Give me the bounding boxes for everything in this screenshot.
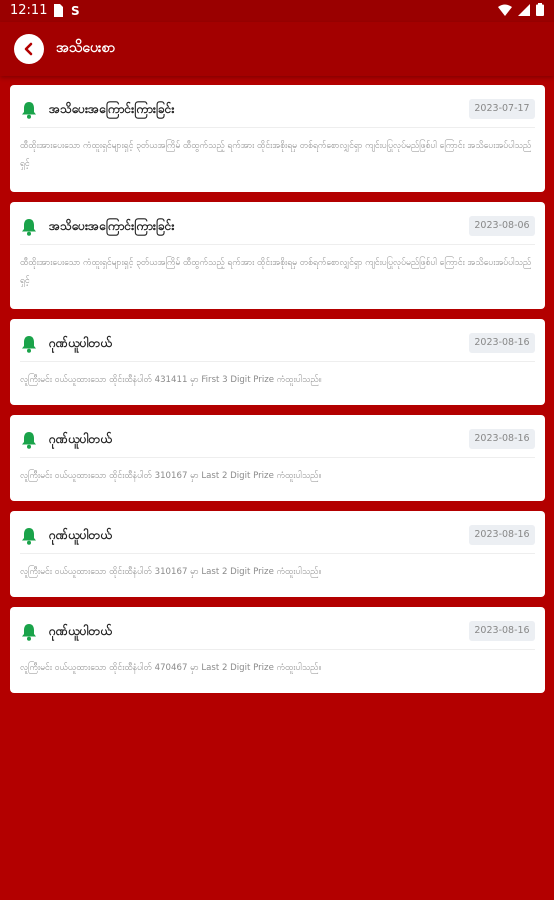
notification-title: အသိပေးအကြောင်းကြားခြင်း	[49, 219, 175, 233]
notification-date: 2023-08-06	[469, 216, 535, 236]
divider	[20, 127, 535, 128]
sim-card-icon	[54, 4, 63, 17]
notification-date: 2023-08-16	[469, 429, 535, 449]
divider	[20, 457, 535, 458]
notification-date: 2023-08-16	[469, 525, 535, 545]
bell-icon	[22, 432, 36, 449]
bell-icon	[22, 336, 36, 353]
svg-text:S: S	[71, 4, 80, 17]
signal-icon	[518, 3, 530, 16]
notification-body: လူကြီးမင်း ဝယ်ယူထားသော ထိုင်းထီနံပါတ် 31…	[20, 471, 322, 481]
divider	[20, 361, 535, 362]
status-time: 12:11	[10, 3, 48, 18]
notification-title: အသိပေးအကြောင်းကြားခြင်း	[49, 102, 175, 116]
page-title: အသိပေးစာ	[56, 40, 116, 56]
divider	[20, 244, 535, 245]
notification-body: ထီထိုးအားပေးသော ကံထူးရှင်များရှင့် ၃တ်ယအ…	[20, 141, 532, 169]
notification-card[interactable]: ဂုဏ်ယူပါတယ် 2023-08-16 လူကြီးမင်း ဝယ်ယူထ…	[10, 607, 545, 693]
back-button[interactable]	[14, 34, 44, 64]
notification-date: 2023-08-16	[469, 621, 535, 641]
notification-title: ဂုဏ်ယူပါတယ်	[49, 624, 112, 638]
bell-icon	[22, 624, 36, 641]
bell-icon	[22, 528, 36, 545]
notification-title: ဂုဏ်ယူပါတယ်	[49, 432, 112, 446]
notification-title: ဂုဏ်ယူပါတယ်	[49, 336, 112, 350]
notification-date: 2023-08-16	[469, 333, 535, 353]
app-bar: အသိပေးစာ	[0, 22, 554, 76]
notification-card[interactable]: အသိပေးအကြောင်းကြားခြင်း 2023-07-17 ထီထို…	[10, 85, 545, 192]
notification-body: လူကြီးမင်း ဝယ်ယူထားသော ထိုင်းထီနံပါတ် 31…	[20, 567, 322, 577]
bell-icon	[22, 102, 36, 119]
notification-title: ဂုဏ်ယူပါတယ်	[49, 528, 112, 542]
notification-date: 2023-07-17	[469, 99, 535, 119]
app-notification-icon: S	[71, 4, 80, 17]
notification-card[interactable]: ဂုဏ်ယူပါတယ် 2023-08-16 လူကြီးမင်း ဝယ်ယူထ…	[10, 415, 545, 501]
battery-icon	[536, 3, 544, 16]
wifi-icon	[498, 4, 512, 16]
notification-card[interactable]: အသိပေးအကြောင်းကြားခြင်း 2023-08-06 ထီထို…	[10, 202, 545, 309]
bell-icon	[22, 219, 36, 236]
status-bar: 12:11 S	[0, 0, 554, 22]
notification-card[interactable]: ဂုဏ်ယူပါတယ် 2023-08-16 လူကြီးမင်း ဝယ်ယူထ…	[10, 319, 545, 405]
notification-card[interactable]: ဂုဏ်ယူပါတယ် 2023-08-16 လူကြီးမင်း ဝယ်ယူထ…	[10, 511, 545, 597]
divider	[20, 649, 535, 650]
divider	[20, 553, 535, 554]
notification-body: ထီထိုးအားပေးသော ကံထူးရှင်များရှင့် ၃တ်ယအ…	[20, 258, 532, 286]
notification-body: လူကြီးမင်း ဝယ်ယူထားသော ထိုင်းထီနံပါတ် 43…	[20, 375, 322, 385]
notification-body: လူကြီးမင်း ဝယ်ယူထားသော ထိုင်းထီနံပါတ် 47…	[20, 663, 322, 673]
chevron-left-icon	[24, 42, 33, 56]
